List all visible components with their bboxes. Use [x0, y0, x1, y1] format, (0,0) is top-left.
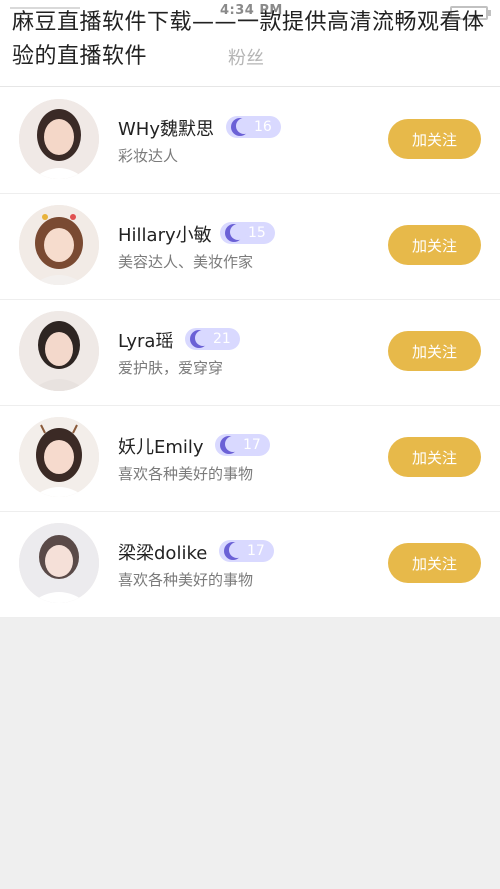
- follow-button[interactable]: 加关注: [388, 437, 481, 477]
- user-name[interactable]: WHy魏默思: [118, 115, 214, 141]
- follow-button[interactable]: 加关注: [388, 225, 481, 265]
- level-value: 17: [243, 437, 261, 453]
- moon-icon: [225, 224, 246, 242]
- list-item[interactable]: Hillary小敏 15 美容达人、美妆作家 加关注: [0, 193, 500, 300]
- level-badge: 17: [215, 434, 270, 456]
- user-name[interactable]: 梁梁dolike: [118, 539, 207, 565]
- follow-list-page: 4:34 PM 粉丝 麻豆直播软件下载——一款提供高清流畅观看体验的直播软件 W…: [0, 0, 500, 889]
- user-avatar-icon: [19, 523, 99, 603]
- follow-button[interactable]: 加关注: [388, 543, 481, 583]
- list-item[interactable]: WHy魏默思 16 彩妆达人 加关注: [0, 87, 500, 194]
- user-list: WHy魏默思 16 彩妆达人 加关注 Hillary小敏 15 美容达人、美妆作…: [0, 87, 500, 618]
- user-description: 爱护肤，爱穿穿: [118, 359, 224, 377]
- user-description: 美容达人、美妆作家: [118, 253, 254, 271]
- user-description: 喜欢各种美好的事物: [118, 465, 254, 483]
- user-avatar-icon: [19, 311, 99, 391]
- level-value: 21: [213, 331, 231, 347]
- user-avatar-icon: [19, 417, 99, 497]
- user-name[interactable]: Hillary小敏: [118, 221, 212, 247]
- level-badge: 17: [219, 540, 274, 562]
- user-name[interactable]: 妖儿Emily: [118, 433, 204, 459]
- user-name[interactable]: Lyra瑶: [118, 327, 173, 353]
- avatar[interactable]: [19, 417, 99, 497]
- list-item[interactable]: 妖儿Emily 17 喜欢各种美好的事物 加关注: [0, 405, 500, 512]
- level-badge: 16: [226, 116, 281, 138]
- user-description: 彩妆达人: [118, 147, 179, 165]
- level-value: 16: [254, 119, 272, 135]
- moon-icon: [190, 330, 211, 348]
- level-value: 17: [247, 543, 265, 559]
- header: 4:34 PM 粉丝 麻豆直播软件下载——一款提供高清流畅观看体验的直播软件: [0, 0, 500, 87]
- user-description: 喜欢各种美好的事物: [118, 571, 254, 589]
- list-item[interactable]: 梁梁dolike 17 喜欢各种美好的事物 加关注: [0, 511, 500, 618]
- avatar[interactable]: [19, 523, 99, 603]
- avatar[interactable]: [19, 311, 99, 391]
- follow-button[interactable]: 加关注: [388, 119, 481, 159]
- avatar[interactable]: [19, 205, 99, 285]
- level-value: 15: [248, 225, 266, 241]
- moon-icon: [224, 542, 245, 560]
- user-avatar-icon: [19, 205, 99, 285]
- level-badge: 21: [185, 328, 240, 350]
- list-item[interactable]: Lyra瑶 21 爱护肤，爱穿穿 加关注: [0, 299, 500, 406]
- moon-icon: [231, 118, 252, 136]
- moon-icon: [220, 436, 241, 454]
- avatar[interactable]: [19, 99, 99, 179]
- level-badge: 15: [220, 222, 275, 244]
- follow-button[interactable]: 加关注: [388, 331, 481, 371]
- user-avatar-icon: [19, 99, 99, 179]
- overlay-title: 麻豆直播软件下载——一款提供高清流畅观看体验的直播软件: [12, 10, 485, 69]
